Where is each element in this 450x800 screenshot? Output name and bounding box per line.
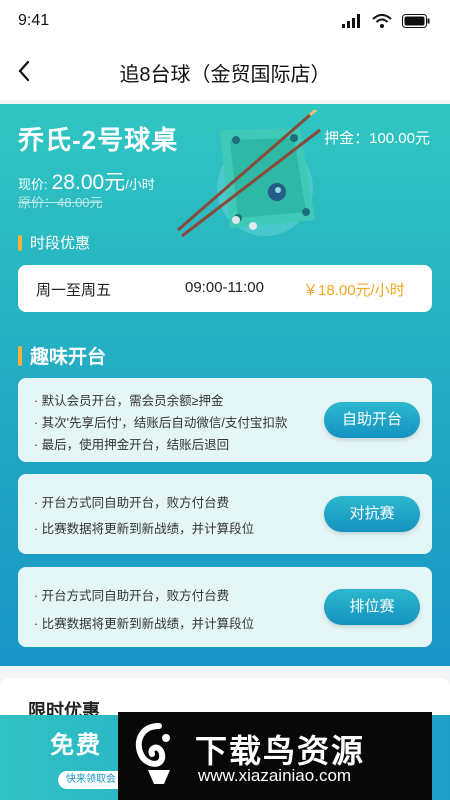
self-start-button[interactable]: 自助开台 <box>324 402 420 438</box>
status-bar: 9:41 <box>0 0 450 44</box>
billiard-table-icon <box>177 110 321 238</box>
current-price-unit: /小时 <box>125 177 155 192</box>
fun-start-title: 趣味开台 <box>18 342 106 369</box>
versus-button[interactable]: 对抗赛 <box>324 496 420 532</box>
section-marker <box>18 345 22 366</box>
self-start-card: · 默认会员开台，需会员余额≥押金 · 其次'先享后付'，结账后自动微信/支付宝… <box>18 378 432 462</box>
ranked-card: · 开台方式同自助开台，败方付台费 · 比赛数据将更新到新战绩，并计算段位 排位… <box>18 567 432 647</box>
ranked-button[interactable]: 排位赛 <box>324 589 420 625</box>
current-price-value: 28.00元 <box>51 171 126 194</box>
wifi-icon <box>372 14 392 28</box>
status-icons <box>342 14 430 28</box>
time-discount-title: 时段优惠 <box>18 232 90 253</box>
versus-card: · 开台方式同自助开台，败方付台费 · 比赛数据将更新到新战绩，并计算段位 对抗… <box>18 474 432 554</box>
card-line: · 默认会员开台，需会员余额≥押金 <box>34 394 224 408</box>
current-price-label: 现价: <box>18 177 48 192</box>
discount-hours: 09:00-11:00 <box>185 279 264 296</box>
status-time: 9:41 <box>18 12 50 29</box>
promo-slogan: 免费 <box>50 732 102 759</box>
table-name: 乔氏-2号球桌 <box>18 125 179 155</box>
deposit: 押金：100.00元 <box>324 130 430 147</box>
time-discount-title-text: 时段优惠 <box>30 235 91 252</box>
discount-price: ￥18.00元/小时 <box>303 282 405 299</box>
signal-icon <box>342 14 360 28</box>
card-line: · 比赛数据将更新到新战绩，并计算段位 <box>34 617 255 631</box>
section-marker <box>18 234 22 251</box>
battery-icon <box>402 14 430 28</box>
time-discount-card: 周一至周五 09:00-11:00 ￥18.00元/小时 <box>18 265 432 312</box>
nav-bar: 追8台球（金贸国际店） <box>0 44 450 100</box>
page-title: 追8台球（金贸国际店） <box>119 64 331 86</box>
card-line: · 开台方式同自助开台，败方付台费 <box>34 496 230 510</box>
fun-start-title-text: 趣味开台 <box>30 347 107 368</box>
discount-days: 周一至周五 <box>36 282 112 299</box>
watermark-url: www.xiazainiao.com <box>198 766 352 785</box>
card-line: · 其次'先享后付'，结账后自动微信/支付宝扣款 <box>34 416 288 430</box>
bird-logo-icon <box>135 723 170 784</box>
card-line: · 开台方式同自助开台，败方付台费 <box>34 589 230 603</box>
original-price: 原价：48.00元 <box>18 195 103 210</box>
card-line: · 最后，使用押金开台，结账后退回 <box>34 438 230 452</box>
card-line: · 比赛数据将更新到新战绩，并计算段位 <box>34 522 255 536</box>
